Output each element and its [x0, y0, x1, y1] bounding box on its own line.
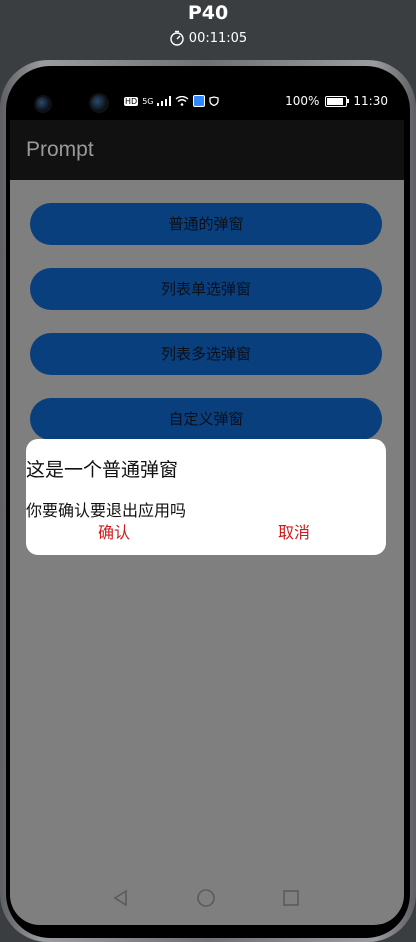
device-name: P40 — [187, 2, 229, 24]
app-screen: Prompt 普通的弹窗 列表单选弹窗 列表多选弹窗 自定义弹窗 这是一个普通弹… — [10, 120, 404, 925]
signal-icon — [157, 96, 172, 106]
home-icon[interactable] — [196, 888, 216, 908]
app-bar: Prompt — [10, 120, 404, 180]
recents-icon[interactable] — [281, 888, 301, 908]
confirm-button[interactable]: 确认 — [98, 519, 130, 543]
front-camera-left — [34, 95, 52, 113]
shield-icon — [209, 96, 220, 106]
back-icon[interactable] — [111, 888, 131, 908]
system-nav-bar — [10, 880, 404, 916]
recording-timer: 00:11:05 — [0, 30, 416, 46]
single-choice-dialog-button[interactable]: 列表单选弹窗 — [30, 268, 382, 310]
battery-percent: 100% — [285, 94, 320, 108]
dialog-message: 你要确认要退出应用吗 — [26, 501, 187, 520]
device-header: P40 00:11:05 — [0, 0, 416, 56]
network-type: 5G — [142, 96, 154, 106]
hd-badge: HD — [124, 96, 139, 106]
front-camera-right — [89, 93, 109, 113]
app-notification-icon — [193, 95, 206, 107]
cancel-button[interactable]: 取消 — [278, 519, 310, 543]
battery-icon — [325, 95, 350, 107]
wifi-icon — [176, 96, 189, 106]
multi-choice-dialog-button[interactable]: 列表多选弹窗 — [30, 333, 382, 375]
app-title: Prompt — [26, 138, 94, 161]
timer-text: 00:11:05 — [188, 30, 248, 46]
dialog-title: 这是一个普通弹窗 — [26, 459, 179, 481]
normal-dialog-button[interactable]: 普通的弹窗 — [30, 203, 382, 245]
alert-dialog: 这是一个普通弹窗 你要确认要退出应用吗 确认 取消 — [26, 439, 386, 555]
status-bar-left: HD 5G — [124, 95, 220, 107]
status-bar-right: 100% 11:30 — [285, 94, 388, 108]
clock: 11:30 — [353, 94, 388, 108]
custom-dialog-button[interactable]: 自定义弹窗 — [30, 398, 382, 440]
stopwatch-icon — [170, 30, 184, 46]
